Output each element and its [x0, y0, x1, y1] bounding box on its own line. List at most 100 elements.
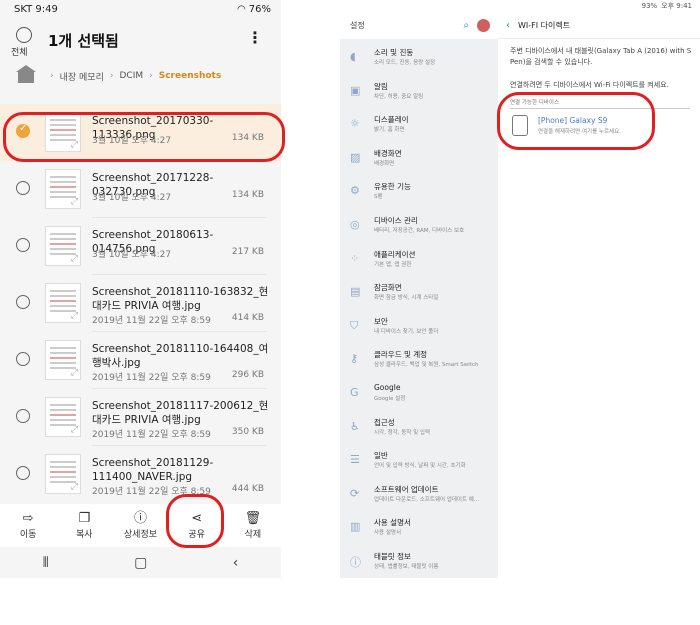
sidebar-item-user-manual[interactable]: ▥ 사용 설명서 사용 설명서 — [340, 509, 498, 543]
move-label: 이동 — [19, 530, 37, 540]
file-name: Screenshot_20181117-200612_현대카드 PRIVIA 여… — [92, 400, 269, 426]
cloud-icon: ⚷ — [350, 352, 359, 366]
sidebar-item-label: Google — [374, 382, 401, 392]
breadcrumb-item-storage[interactable]: 내장 메모리 — [60, 70, 104, 83]
home-button-icon[interactable]: ▢ — [134, 555, 147, 571]
file-size: 134 KB — [231, 190, 264, 200]
panel-title: WI-FI 다이렉트 — [518, 20, 571, 30]
file-row[interactable]: ⤢ Screenshot_20181129-111400_NAVER.jpg 2… — [0, 446, 281, 503]
lock-icon: ▤ — [350, 285, 361, 299]
sidebar-item-lockscreen[interactable]: ▤ 잠금화면 화면 잠금 방식, 시계 스타일 — [340, 274, 498, 308]
more-options-icon[interactable]: ⋮ — [247, 28, 263, 47]
chevron-right-icon: › — [109, 71, 114, 81]
sidebar-item-apps[interactable]: ⁘ 애플리케이션 기본 앱, 앱 권한 — [340, 241, 498, 275]
sidebar-item-label: 잠금화면 — [374, 283, 402, 293]
expand-icon: ⤢ — [70, 425, 78, 435]
move-button[interactable]: ⇨ 이동 — [3, 511, 53, 540]
sidebar-item-label: 일반 — [374, 451, 388, 461]
sidebar-item-label: 디스플레이 — [374, 115, 409, 125]
selection-header: 전체 1개 선택됨 ⋮ — [0, 18, 281, 62]
select-all-label: 전체 — [11, 48, 28, 58]
phone-screen: SKT 9:49 ◠ 76% 전체 1개 선택됨 ⋮ › 내장 메모리 › DCI… — [0, 0, 281, 578]
file-date: 2019년 11월 22일 오후 8:59 — [92, 316, 211, 326]
breadcrumb-item-dcim[interactable]: DCIM — [119, 71, 143, 81]
security-icon: ⛉ — [350, 318, 359, 332]
back-arrow-icon[interactable]: ‹ — [506, 20, 510, 31]
file-checkbox[interactable] — [16, 352, 30, 366]
file-checkbox[interactable] — [16, 295, 30, 309]
file-row[interactable]: ⤢ Screenshot_20180613-014756.png 3월 10일 … — [0, 218, 281, 275]
file-name: Screenshot_20181129-111400_NAVER.jpg — [92, 457, 214, 483]
wifi-direct-instruction: 연결하려면 두 디바이스에서 Wi-Fi 다이렉트를 켜세요. — [510, 81, 669, 89]
file-size: 350 KB — [231, 427, 264, 437]
google-icon: G — [350, 385, 359, 399]
file-date: 3월 10일 오후 4:27 — [92, 250, 172, 260]
recent-apps-icon[interactable]: ⦀ — [43, 555, 49, 571]
details-button[interactable]: ⓘ 상세정보 — [115, 511, 165, 540]
sidebar-item-display[interactable]: ☼ 디스플레이 밝기, 홈 화면 — [340, 106, 498, 140]
sidebar-item-device-care[interactable]: ◎ 디바이스 관리 배터리, 저장공간, RAM, 디바이스 보호 — [340, 207, 498, 241]
sidebar-item-sub: 내 디바이스 찾기, 보안 폴더 — [374, 328, 439, 335]
file-size: 414 KB — [231, 313, 264, 323]
file-thumbnail: ⤢ — [45, 397, 81, 437]
wifi-direct-description: 주변 디바이스에서 내 태블릿(Galaxy Tab A (2016) with… — [510, 47, 692, 66]
file-list: ⤢ Screenshot_20170330-113336.png 3월 10일 … — [0, 104, 281, 503]
update-icon: ⟳ — [350, 486, 360, 500]
file-row[interactable]: ⤢ Screenshot_20171228-032730.png 3월 10일 … — [0, 161, 281, 218]
file-row[interactable]: ⤢ Screenshot_20181117-200612_현대카드 PRIVIA… — [0, 389, 281, 446]
sidebar-item-sub: 삼성 클라우드, 백업 및 복원, Smart Switch — [374, 362, 479, 369]
highlight-connected-device — [497, 92, 655, 150]
home-icon[interactable] — [16, 65, 36, 83]
file-checkbox[interactable] — [16, 181, 30, 195]
search-icon[interactable]: ⌕ — [463, 20, 469, 31]
file-checkbox[interactable] — [16, 238, 30, 252]
sidebar-item-general[interactable]: ☰ 일반 언어 및 입력 방식, 날짜 및 시간, 초기화 — [340, 442, 498, 476]
status-carrier-time: SKT 9:49 — [14, 3, 58, 15]
sidebar-item-sub: 소리 모드, 진동, 음량 설정 — [374, 60, 436, 66]
delete-icon: 🗑 — [244, 511, 262, 526]
file-name: Screenshot_20181110-164408_여행박사.jpg — [92, 343, 269, 369]
file-row[interactable]: ⤢ Screenshot_20181110-163832_현대카드 PRIVIA… — [0, 275, 281, 332]
breadcrumb-item-screenshots[interactable]: Screenshots — [159, 71, 221, 81]
delete-button[interactable]: 🗑 삭제 — [228, 511, 278, 540]
copy-button[interactable]: ❐ 복사 — [59, 511, 109, 540]
sidebar-item-wallpaper[interactable]: ▨ 배경화면 배경화면 — [340, 140, 498, 174]
avatar[interactable] — [477, 19, 490, 32]
sidebar-item-about[interactable]: ⓘ 태블릿 정보 상태, 법률정보, 태블릿 이름 — [340, 543, 498, 577]
file-row[interactable]: ⤢ Screenshot_20181110-164408_여행박사.jpg 20… — [0, 332, 281, 389]
sidebar-tools: ⌕ — [463, 19, 490, 32]
notification-icon: ▣ — [350, 83, 361, 97]
sidebar-item-sub: 업데이트 다운로드, 소프트웨어 업데이트 예... — [374, 496, 480, 503]
panel-header: ‹ WI-FI 다이렉트 — [498, 12, 700, 39]
sidebar-item-security[interactable]: ⛉ 보안 내 디바이스 찾기, 보안 폴더 — [340, 308, 498, 342]
sidebar-item-sound[interactable]: ◖ 소리 및 진동 소리 모드, 진동, 음량 설정 — [340, 39, 498, 73]
sidebar-item-accessibility[interactable]: ♿ 접근성 시각, 청각, 동작 및 입력 — [340, 409, 498, 443]
file-thumbnail: ⤢ — [45, 340, 81, 380]
delete-label: 삭제 — [244, 530, 262, 540]
sidebar-item-advanced[interactable]: ⚙ 유용한 기능 S펜 — [340, 173, 498, 207]
wallpaper-icon: ▨ — [350, 150, 361, 164]
details-label: 상세정보 — [123, 530, 158, 540]
sidebar-item-sub: 밝기, 홈 화면 — [374, 127, 405, 134]
sidebar-item-cloud[interactable]: ⚷ 클라우드 및 계정 삼성 클라우드, 백업 및 복원, Smart Swit… — [340, 341, 498, 375]
file-checkbox[interactable] — [16, 409, 30, 423]
sidebar-item-google[interactable]: G Google Google 설정 — [340, 375, 498, 409]
file-date: 2019년 11월 22일 오후 8:59 — [92, 430, 211, 440]
file-date: 2019년 11월 22일 오후 8:59 — [92, 373, 211, 383]
select-all-checkbox[interactable] — [16, 27, 32, 43]
highlight-selected-file — [3, 112, 285, 162]
sidebar-item-software-update[interactable]: ⟳ 소프트웨어 업데이트 업데이트 다운로드, 소프트웨어 업데이트 예... — [340, 476, 498, 510]
file-checkbox[interactable] — [16, 466, 30, 480]
file-name: Screenshot_20181110-163832_현대카드 PRIVIA 여… — [92, 286, 269, 312]
chevron-right-icon: › — [149, 71, 153, 81]
wifi-icon: ◠ — [237, 3, 246, 15]
sidebar-item-label: 디바이스 관리 — [374, 215, 418, 225]
back-icon[interactable]: ‹ — [233, 555, 239, 571]
sidebar-item-notifications[interactable]: ▣ 알림 차단, 허용, 중요 알림 — [340, 73, 498, 107]
apps-icon: ⁘ — [350, 251, 360, 265]
sidebar-item-sub: 화면 잠금 방식, 시계 스타일 — [374, 295, 439, 302]
file-size: 296 KB — [231, 370, 264, 380]
sidebar-item-sub: S펜 — [374, 194, 383, 201]
sidebar-item-sub: 배경화면 — [374, 160, 395, 167]
file-date: 3월 10일 오후 4:27 — [92, 193, 172, 203]
